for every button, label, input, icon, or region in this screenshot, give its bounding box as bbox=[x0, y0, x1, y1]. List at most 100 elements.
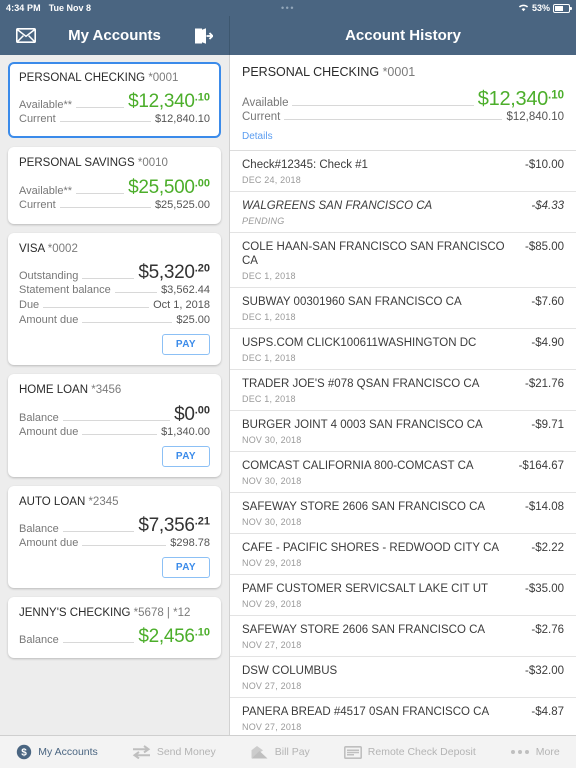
account-card-name: PERSONAL SAVINGS bbox=[19, 157, 135, 170]
primary-balance-row: Outstanding $5,320.20 bbox=[19, 263, 210, 282]
accounts-sidebar[interactable]: PERSONAL CHECKING *0001 Available** $12,34… bbox=[0, 55, 230, 735]
transaction-date: DEC 1, 2018 bbox=[242, 312, 296, 323]
ellipsis-icon bbox=[510, 748, 530, 756]
tab-label: Bill Pay bbox=[274, 746, 310, 758]
primary-balance-row: Balance $0.00 bbox=[19, 405, 210, 424]
nav-bar: My Accounts Account History bbox=[0, 16, 576, 55]
tab-bill-pay[interactable]: Bill Pay bbox=[250, 745, 310, 760]
transaction-amount: -$4.33 bbox=[531, 199, 564, 212]
status-right: 53% bbox=[518, 3, 572, 14]
primary-balance-cents: .20 bbox=[194, 262, 210, 275]
transaction-row[interactable]: PAMF CUSTOMER SERVICSALT LAKE CIT UT NOV … bbox=[230, 575, 576, 616]
account-card-mask: *3456 bbox=[91, 384, 122, 397]
transaction-amount: -$14.08 bbox=[524, 501, 564, 514]
transaction-row[interactable]: COLE HAAN-SAN FRANCISCO SAN FRANCISCO CA… bbox=[230, 233, 576, 289]
account-card[interactable]: VISA *0002 Outstanding $5,320.20 Statement … bbox=[8, 232, 221, 366]
available-label: Available bbox=[242, 96, 289, 109]
tab-send-money[interactable]: Send Money bbox=[132, 745, 216, 759]
transaction-description: COLE HAAN-SAN FRANCISCO SAN FRANCISCO CA bbox=[242, 240, 505, 268]
svg-text:$: $ bbox=[22, 748, 28, 759]
leader-line bbox=[59, 206, 151, 208]
detail-row-value: $298.78 bbox=[170, 536, 210, 549]
transaction-date: NOV 30, 2018 bbox=[242, 435, 302, 446]
transaction-row[interactable]: DSW COLUMBUS NOV 27, 2018 -$32.00 bbox=[230, 657, 576, 698]
tab-label: More bbox=[535, 746, 560, 758]
body: PERSONAL CHECKING *0001 Available** $12,34… bbox=[0, 55, 576, 735]
transaction-row[interactable]: SUBWAY 00301960 SAN FRANCISCO CA DEC 1, 2… bbox=[230, 288, 576, 330]
detail-row: Amount due $25.00 bbox=[19, 314, 210, 326]
transaction-description: SUBWAY 00301960 SAN FRANCISCO CA bbox=[242, 296, 462, 309]
primary-balance-label: Available** bbox=[19, 184, 73, 197]
transaction-amount: -$85.00 bbox=[524, 240, 564, 253]
transaction-date: NOV 29, 2018 bbox=[242, 598, 302, 609]
primary-balance-label: Balance bbox=[19, 411, 59, 424]
primary-balance-whole: $7,356 bbox=[138, 514, 195, 536]
transaction-row[interactable]: CAFE - PACIFIC SHORES - REDWOOD CITY CA N… bbox=[230, 534, 576, 575]
transaction-row[interactable]: BURGER JOINT 4 0003 SAN FRANCISCO CA NOV … bbox=[230, 411, 576, 453]
transaction-amount: -$164.67 bbox=[518, 460, 564, 473]
primary-balance-whole: $12,340 bbox=[128, 91, 195, 113]
detail-row-value: $12,840.10 bbox=[154, 113, 210, 126]
nav-bar-left: My Accounts bbox=[0, 16, 230, 55]
transaction-main: PAMF CUSTOMER SERVICSALT LAKE CIT UT NOV … bbox=[242, 582, 515, 609]
transaction-row[interactable]: PANERA BREAD #4517 0SAN FRANCISCO CA NOV … bbox=[230, 698, 576, 735]
account-summary-title: PERSONAL CHECKING *0001 bbox=[242, 65, 564, 81]
primary-balance-row: Balance $2,456.10 bbox=[19, 627, 210, 646]
pay-button[interactable]: PAY bbox=[161, 334, 210, 356]
account-card[interactable]: JENNY'S CHECKING *5678 | *12 Balance $2,45… bbox=[8, 596, 221, 659]
transaction-row[interactable]: TRADER JOE'S #078 QSAN FRANCISCO CA DEC 1… bbox=[230, 370, 576, 412]
envelope-pay-icon bbox=[250, 745, 269, 760]
primary-balance-amount: $5,320.20 bbox=[138, 263, 210, 282]
account-card[interactable]: HOME LOAN *3456 Balance $0.00 Amount due $1,… bbox=[8, 374, 221, 477]
transaction-row[interactable]: SAFEWAY STORE 2606 SAN FRANCISCO CA NOV 3… bbox=[230, 493, 576, 534]
logout-icon[interactable] bbox=[191, 24, 215, 48]
transaction-date: PENDING bbox=[242, 215, 285, 226]
primary-balance-row: Balance $7,356.21 bbox=[19, 516, 210, 535]
transaction-row[interactable]: WALGREENS SAN FRANCISCO CA PENDING -$4.33 bbox=[230, 192, 576, 233]
transaction-main: CAFE - PACIFIC SHORES - REDWOOD CITY CA N… bbox=[242, 541, 521, 568]
available-amount: $12,340.10 bbox=[478, 89, 564, 109]
pay-button[interactable]: PAY bbox=[161, 445, 210, 467]
account-card-name: PERSONAL CHECKING bbox=[19, 72, 146, 84]
primary-balance-label: Balance bbox=[19, 634, 59, 647]
account-card[interactable]: AUTO LOAN *2345 Balance $7,356.21 Amount du… bbox=[8, 485, 221, 588]
pay-button[interactable]: PAY bbox=[161, 556, 210, 578]
tab-my-accounts[interactable]: $ My Accounts bbox=[16, 744, 98, 760]
envelope-icon[interactable] bbox=[14, 24, 38, 48]
account-card-title: PERSONAL CHECKING *0001 bbox=[19, 71, 210, 85]
account-card-name: JENNY'S CHECKING bbox=[19, 606, 131, 619]
account-card-mask: *5678 | *12 bbox=[133, 606, 191, 619]
transaction-row[interactable]: SAFEWAY STORE 2606 SAN FRANCISCO CA NOV 2… bbox=[230, 616, 576, 657]
detail-row-value: $25,525.00 bbox=[154, 198, 210, 211]
transaction-date: NOV 27, 2018 bbox=[242, 721, 302, 732]
account-card-title: HOME LOAN *3456 bbox=[19, 383, 210, 397]
transaction-list[interactable]: Check#12345: Check #1 DEC 24, 2018 -$10.00… bbox=[230, 151, 576, 735]
transaction-main: PANERA BREAD #4517 0SAN FRANCISCO CA NOV … bbox=[242, 705, 521, 732]
dollar-circle-icon: $ bbox=[16, 744, 32, 760]
transaction-description: USPS.COM CLICK100611WASHINGTON DC bbox=[242, 337, 477, 350]
detail-row: Due Oct 1, 2018 bbox=[19, 299, 210, 311]
account-summary[interactable]: PERSONAL CHECKING *0001 Available $12,34… bbox=[230, 55, 576, 151]
tab-remote-check-deposit[interactable]: Remote Check Deposit bbox=[343, 745, 476, 759]
transaction-main: COLE HAAN-SAN FRANCISCO SAN FRANCISCO CA… bbox=[242, 240, 515, 282]
transaction-row[interactable]: COMCAST CALIFORNIA 800-COMCAST CA NOV 30,… bbox=[230, 452, 576, 494]
transaction-description: Check#12345: Check #1 bbox=[242, 158, 368, 171]
tab-more[interactable]: More bbox=[510, 746, 560, 758]
primary-balance-whole: $5,320 bbox=[138, 262, 195, 284]
leader-line bbox=[62, 530, 135, 532]
transaction-row[interactable]: USPS.COM CLICK100611WASHINGTON DC DEC 1, … bbox=[230, 329, 576, 371]
detail-row-value: $25.00 bbox=[176, 314, 210, 327]
available-row: Available $12,340.10 bbox=[242, 89, 564, 109]
battery-percent: 53% bbox=[531, 3, 550, 13]
primary-balance-row: Available** $12,340.10 bbox=[19, 92, 210, 111]
transaction-row[interactable]: Check#12345: Check #1 DEC 24, 2018 -$10.00 bbox=[230, 151, 576, 192]
leader-line bbox=[82, 433, 158, 435]
tab-bar[interactable]: $ My Accounts Send Money Bill Pay Remote Che… bbox=[0, 735, 576, 768]
wifi-icon bbox=[518, 3, 529, 14]
transfer-arrows-icon bbox=[132, 745, 151, 759]
primary-balance-amount: $7,356.21 bbox=[138, 516, 210, 535]
account-card[interactable]: PERSONAL CHECKING *0001 Available** $12,34… bbox=[8, 62, 221, 139]
details-link[interactable]: Details bbox=[242, 131, 273, 142]
account-card[interactable]: PERSONAL SAVINGS *0010 Available** $25,500… bbox=[8, 147, 221, 224]
status-date: Tue Nov 8 bbox=[48, 3, 92, 13]
